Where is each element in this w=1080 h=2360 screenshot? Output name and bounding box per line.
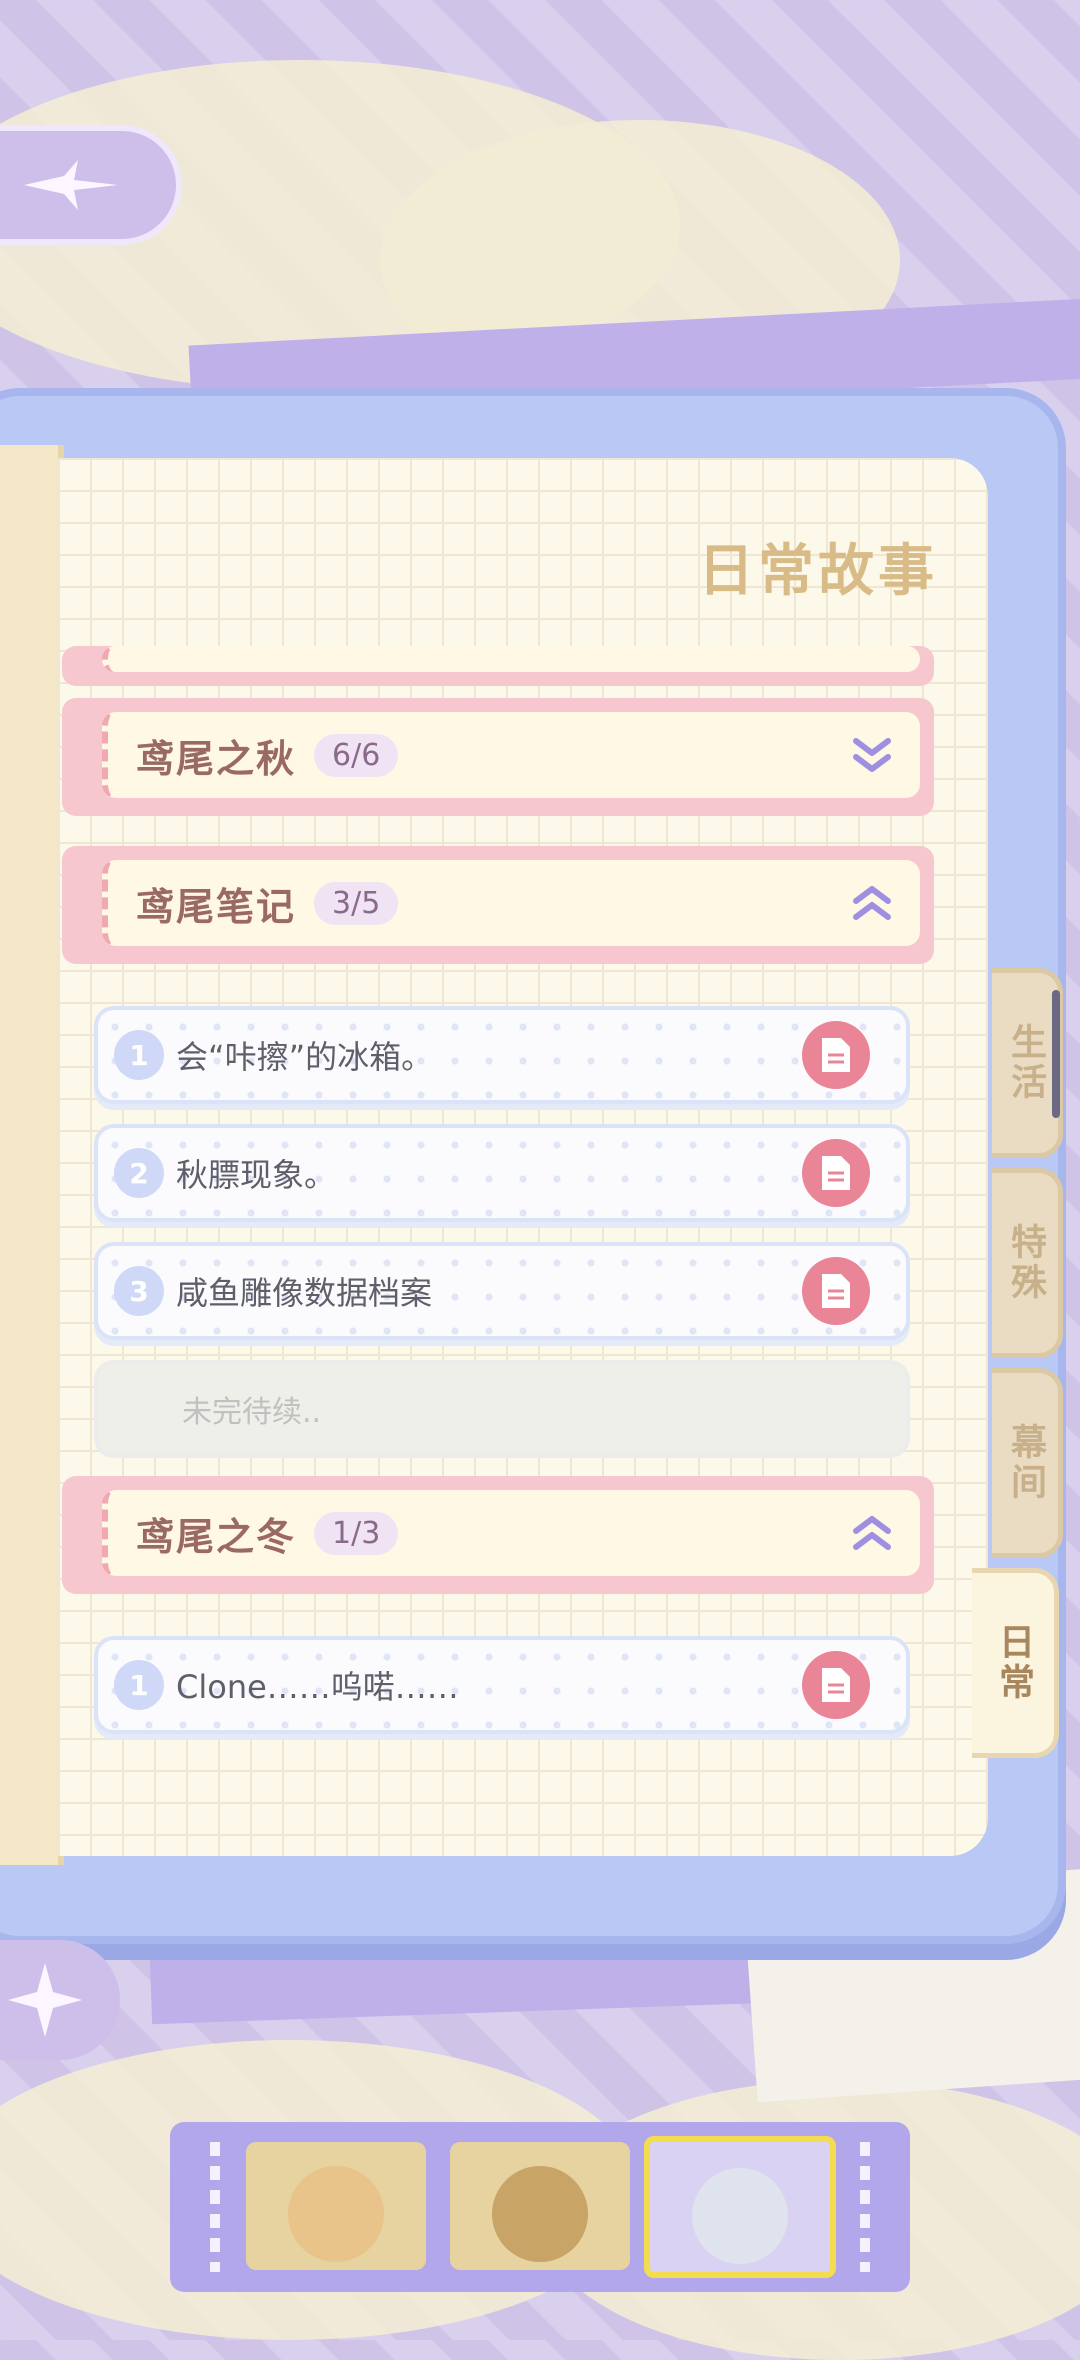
story-title: 会“咔擦”的冰箱。 bbox=[176, 1038, 434, 1076]
chevron-up-icon[interactable] bbox=[850, 1511, 894, 1555]
chapter-name: 鸢尾之冬 bbox=[136, 1513, 297, 1559]
scrollbar[interactable] bbox=[1052, 990, 1060, 1118]
back-button[interactable] bbox=[0, 125, 182, 245]
character-selector bbox=[170, 2122, 910, 2292]
document-icon[interactable] bbox=[802, 1257, 870, 1325]
chapter-name: 鸢尾笔记 bbox=[136, 883, 297, 929]
document-icon[interactable] bbox=[802, 1021, 870, 1089]
locked-story-text: 未完待续.. bbox=[182, 1395, 322, 1430]
chapter-progress-badge: 6/6 bbox=[314, 733, 399, 777]
chapter-header[interactable]: 鸢尾笔记 3/5 bbox=[62, 846, 934, 964]
chapter-header[interactable]: 鸢尾之秋 6/6 bbox=[62, 698, 934, 816]
tab-daily[interactable]: 日常 bbox=[972, 1568, 1059, 1758]
story-title: Clone……呜喏…… bbox=[176, 1668, 459, 1706]
back-arrow-icon bbox=[24, 160, 118, 210]
story-item[interactable]: 3 咸鱼雕像数据档案 bbox=[94, 1242, 910, 1340]
story-number-badge: 1 bbox=[114, 1030, 164, 1080]
sparkle-button[interactable] bbox=[0, 1940, 120, 2060]
chevron-up-icon[interactable] bbox=[850, 881, 894, 925]
chapter-progress-badge: 3/5 bbox=[314, 881, 399, 925]
chapter-header-partial bbox=[62, 646, 934, 686]
document-icon[interactable] bbox=[802, 1139, 870, 1207]
avatar bbox=[692, 2168, 788, 2264]
sparkle-icon bbox=[8, 1963, 82, 2037]
story-title: 秋膘现象。 bbox=[176, 1156, 337, 1194]
story-number-badge: 2 bbox=[114, 1148, 164, 1198]
avatar bbox=[288, 2166, 384, 2262]
story-item[interactable]: 2 秋膘现象。 bbox=[94, 1124, 910, 1222]
avatar bbox=[492, 2166, 588, 2262]
story-item[interactable]: 1 Clone……呜喏…… bbox=[94, 1636, 910, 1734]
page-title: 日常故事 bbox=[698, 538, 938, 604]
tab-interlude[interactable]: 幕间 bbox=[992, 1368, 1063, 1558]
character-portrait[interactable] bbox=[450, 2142, 630, 2270]
story-item[interactable]: 1 会“咔擦”的冰箱。 bbox=[94, 1006, 910, 1104]
character-portrait[interactable] bbox=[246, 2142, 426, 2270]
story-title: 咸鱼雕像数据档案 bbox=[176, 1274, 433, 1312]
book-spine bbox=[0, 445, 64, 1865]
story-number-badge: 1 bbox=[114, 1660, 164, 1710]
character-portrait-selected[interactable] bbox=[644, 2136, 836, 2278]
locked-story-item: 未完待续.. bbox=[94, 1360, 910, 1458]
document-icon[interactable] bbox=[802, 1651, 870, 1719]
chevron-down-icon[interactable] bbox=[850, 733, 894, 777]
chapter-header[interactable]: 鸢尾之冬 1/3 bbox=[62, 1476, 934, 1594]
story-list-page: 日常故事 鸢尾之秋 6/6 鸢尾笔记 3/5 1 会“咔擦”的冰箱。 2 秋膘现… bbox=[58, 458, 988, 1856]
tab-special[interactable]: 特殊 bbox=[992, 1168, 1063, 1358]
story-number-badge: 3 bbox=[114, 1266, 164, 1316]
chapter-progress-badge: 1/3 bbox=[314, 1511, 399, 1555]
chapter-name: 鸢尾之秋 bbox=[136, 735, 297, 781]
